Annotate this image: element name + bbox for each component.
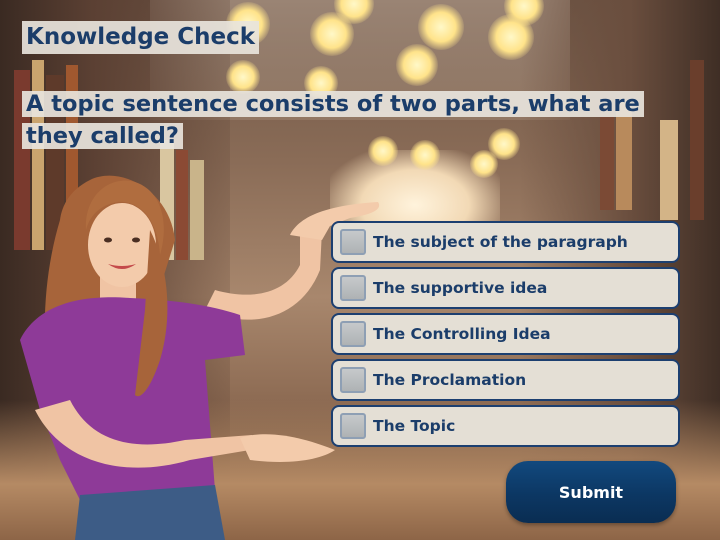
option-checkbox[interactable] [340, 229, 366, 255]
option-proclamation[interactable]: The Proclamation [331, 359, 680, 401]
option-checkbox[interactable] [340, 367, 366, 393]
option-topic[interactable]: The Topic [331, 405, 680, 447]
question-text: A topic sentence consists of two parts, … [22, 88, 672, 152]
option-label: The Topic [373, 417, 456, 435]
option-label: The supportive idea [373, 279, 548, 297]
option-label: The Proclamation [373, 371, 527, 389]
option-controlling-idea[interactable]: The Controlling Idea [331, 313, 680, 355]
answer-options: The subject of the paragraph The support… [331, 221, 680, 451]
submit-button[interactable]: Submit [506, 461, 676, 523]
option-label: The Controlling Idea [373, 325, 551, 343]
option-supportive-idea[interactable]: The supportive idea [331, 267, 680, 309]
option-subject-of-paragraph[interactable]: The subject of the paragraph [331, 221, 680, 263]
option-checkbox[interactable] [340, 413, 366, 439]
question-text-highlight: A topic sentence consists of two parts, … [22, 91, 644, 149]
quiz-title: Knowledge Check [22, 21, 260, 54]
option-checkbox[interactable] [340, 321, 366, 347]
option-checkbox[interactable] [340, 275, 366, 301]
option-label: The subject of the paragraph [373, 233, 628, 251]
